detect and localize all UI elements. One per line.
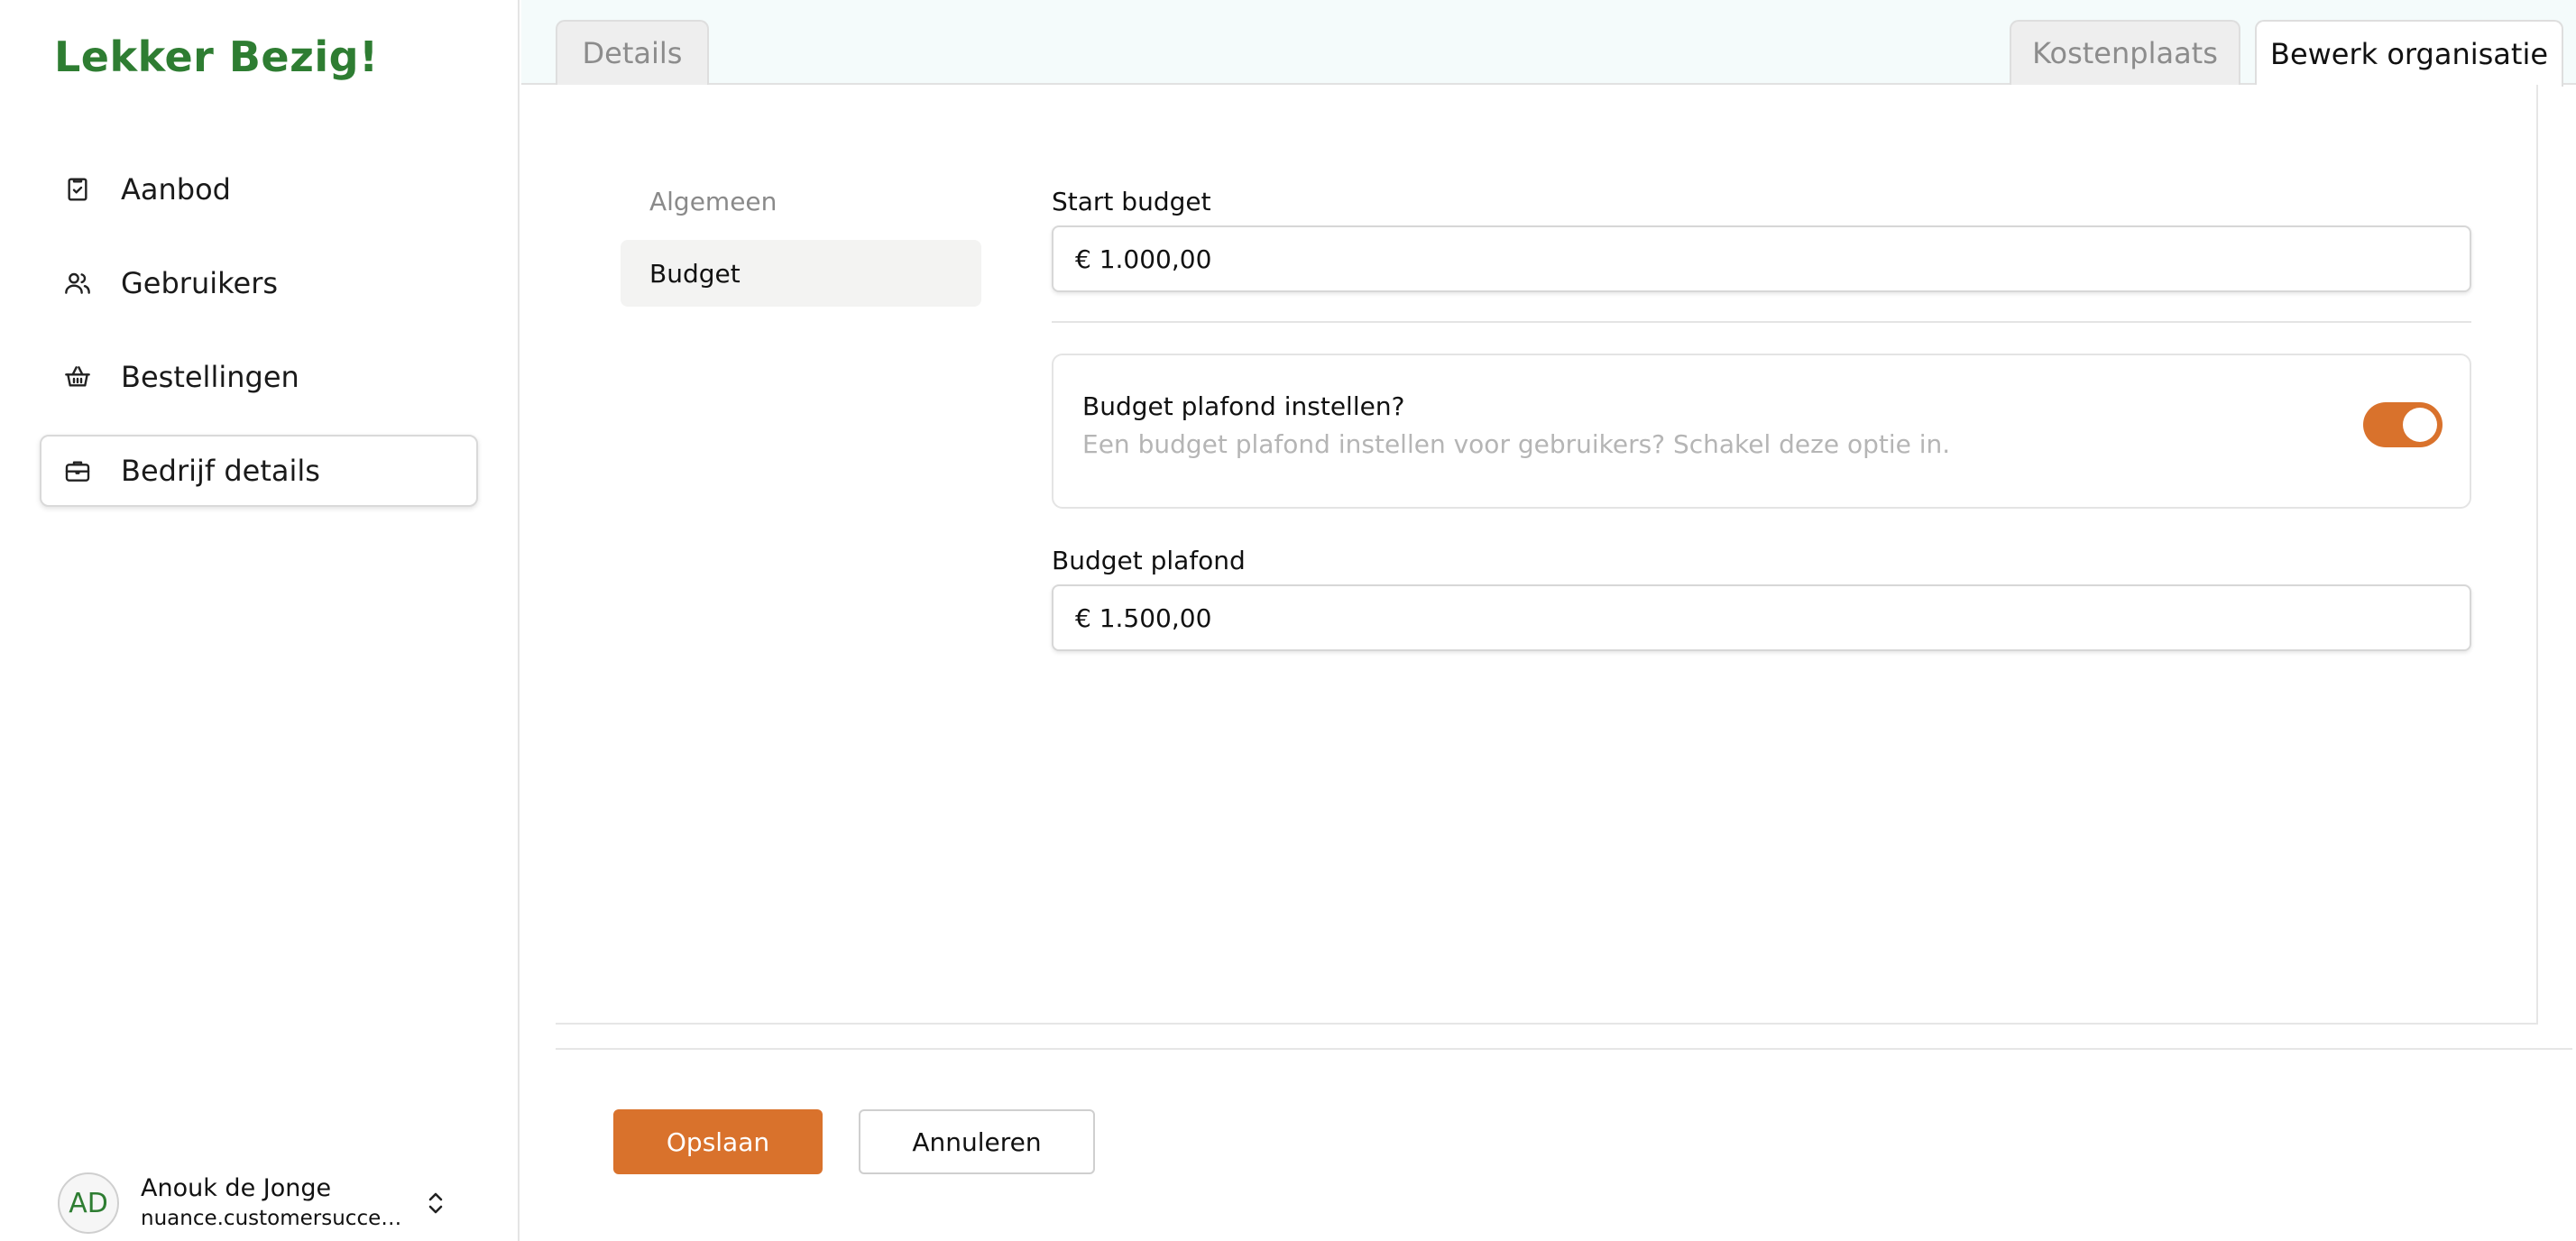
tab-bar: Details Kostenplaats Bewerk organisatie [521,0,2576,87]
save-button[interactable]: Opslaan [613,1109,823,1174]
edit-organisation-panel: Algemeen Budget Start budget Budget plaf… [556,85,2538,1025]
sidebar-item-label: Aanbod [121,172,231,207]
briefcase-icon [61,455,94,487]
subnav-item-budget[interactable]: Budget [621,240,981,307]
sidebar-item-gebruikers[interactable]: Gebruikers [40,247,478,319]
sidebar-item-aanbod[interactable]: Aanbod [40,153,478,225]
sidebar-nav: Aanbod Gebruikers Bestellingen Bedrijf d… [40,153,478,529]
start-budget-label: Start budget [1052,187,1211,216]
subnav-item-algemeen[interactable]: Algemeen [621,168,981,234]
tab-details[interactable]: Details [556,20,709,85]
sidebar-item-label: Bestellingen [121,360,299,394]
user-info: Anouk de Jonge nuance.customersucces... [141,1173,404,1233]
tab-kostenplaats[interactable]: Kostenplaats [2010,20,2240,85]
avatar: AD [58,1172,119,1234]
footer-divider [556,1048,2572,1050]
user-email: nuance.customersucces... [141,1207,404,1230]
budget-cap-toggle[interactable] [2363,402,2443,447]
budget-form: Start budget Budget plafond instellen? E… [1052,186,2471,651]
budget-cap-label: Budget plafond [1052,546,1246,575]
chevron-up-down-icon[interactable] [420,1185,451,1221]
budget-cap-toggle-description: Een budget plafond instellen voor gebrui… [1082,429,1951,459]
cancel-button[interactable]: Annuleren [859,1109,1095,1174]
toggle-knob [2403,408,2437,442]
form-actions: Opslaan Annuleren [521,1048,2576,1241]
sidebar-item-bestellingen[interactable]: Bestellingen [40,341,478,413]
settings-subnav: Algemeen Budget [621,168,981,312]
tab-bewerk-organisatie[interactable]: Bewerk organisatie [2255,20,2563,87]
user-name: Anouk de Jonge [141,1174,332,1202]
start-budget-input[interactable] [1052,225,2471,292]
users-icon [61,267,94,299]
sidebar-item-label: Gebruikers [121,266,279,300]
sidebar-item-bedrijf-details[interactable]: Bedrijf details [40,435,478,507]
sidebar: Lekker Bezig! Aanbod Gebruikers Bestelli… [0,0,520,1241]
basket-icon [61,361,94,393]
budget-cap-toggle-title: Budget plafond instellen? [1082,391,1405,421]
budget-cap-input[interactable] [1052,584,2471,651]
divider [1052,321,2471,323]
budget-cap-toggle-card: Budget plafond instellen? Een budget pla… [1052,354,2471,509]
brand-logo[interactable]: Lekker Bezig! [54,32,379,81]
sidebar-item-label: Bedrijf details [121,454,320,488]
clipboard-check-icon [61,173,94,206]
user-menu[interactable]: AD Anouk de Jonge nuance.customersucces.… [58,1167,473,1239]
